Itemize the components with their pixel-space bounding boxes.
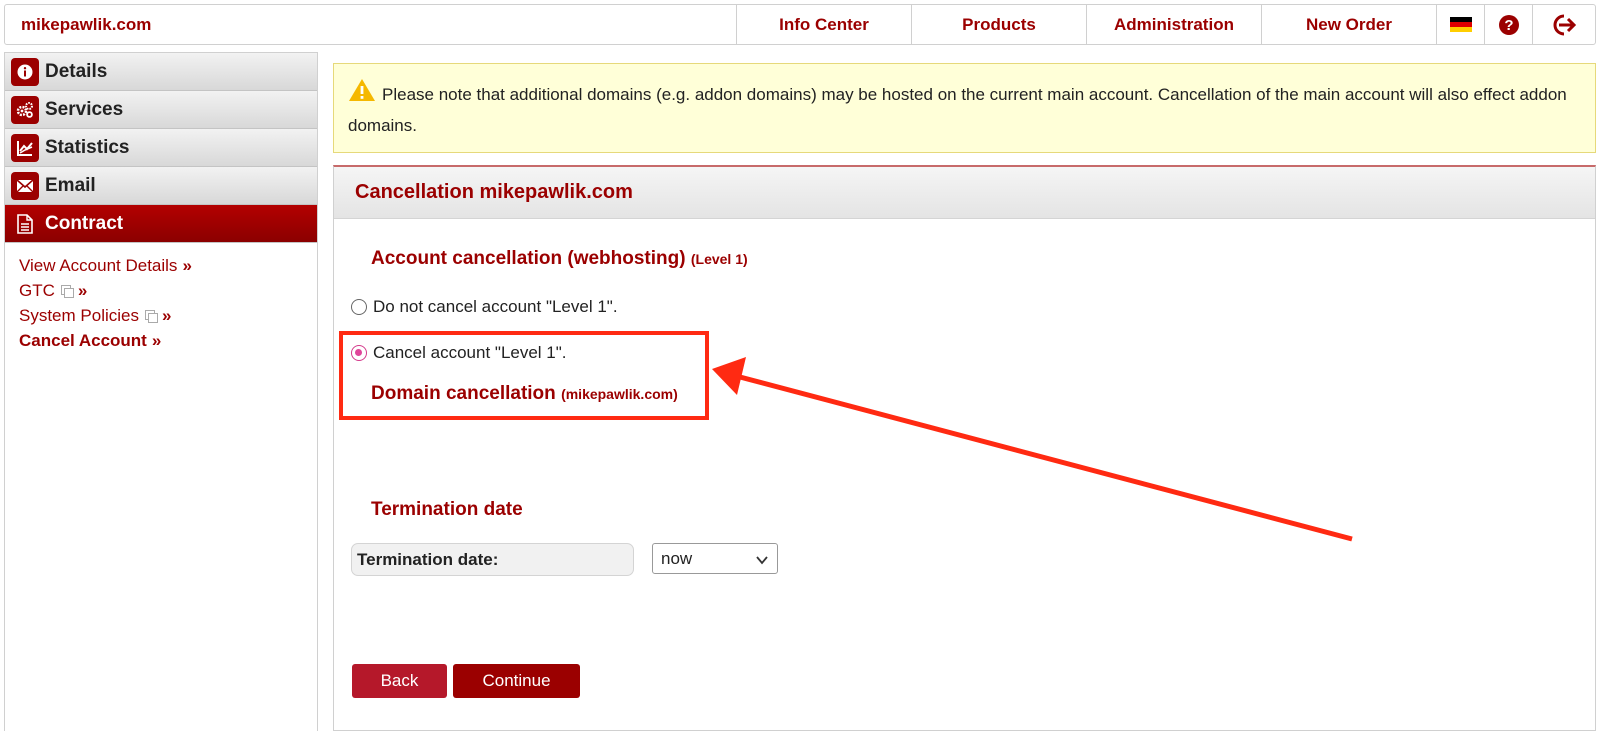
brand-link[interactable]: mikepawlik.com <box>21 15 151 35</box>
sidebar-item-details[interactable]: Details <box>5 53 317 91</box>
nav-administration[interactable]: Administration <box>1086 5 1261 44</box>
sidebar-item-email[interactable]: Email <box>5 167 317 205</box>
raquo-icon: » <box>77 281 88 300</box>
external-copy-icon <box>144 309 158 323</box>
select-value: now <box>661 548 693 568</box>
sidebar-item-label: Contract <box>45 212 124 234</box>
top-bar: mikepawlik.com Info Center Products Admi… <box>4 4 1596 45</box>
external-copy-icon <box>60 284 74 298</box>
chart-icon <box>11 133 39 162</box>
continue-button[interactable]: Continue <box>453 664 580 698</box>
info-icon <box>11 57 39 86</box>
heading-level: (Level 1) <box>690 251 748 267</box>
sidebar-item-label: Statistics <box>45 136 130 158</box>
chevron-down-icon <box>755 552 769 572</box>
nav-products[interactable]: Products <box>911 5 1086 44</box>
nav-info-center[interactable]: Info Center <box>736 5 911 44</box>
help-icon[interactable]: ? <box>1484 5 1532 44</box>
svg-text:?: ? <box>1504 17 1513 34</box>
link-view-account-details[interactable]: View Account Details » <box>19 253 317 278</box>
annotation-arrow-icon <box>712 357 1353 542</box>
sidebar-item-services[interactable]: Services <box>5 91 317 129</box>
top-nav: Info Center Products Administration New … <box>736 5 1594 44</box>
link-label: System Policies <box>19 306 139 325</box>
panel-title: Cancellation mikepawlik.com <box>334 167 1595 219</box>
envelope-icon <box>11 171 39 200</box>
termination-date-label: Termination date: <box>351 543 634 576</box>
link-label: Cancel Account <box>19 331 147 350</box>
contract-submenu: View Account Details » GTC » System Poli… <box>5 243 317 353</box>
termination-date-heading: Termination date <box>371 499 523 520</box>
notice-text: Please note that additional domains (e.g… <box>348 85 1567 135</box>
radio-do-not-cancel[interactable] <box>351 299 367 315</box>
link-cancel-account[interactable]: Cancel Account » <box>19 328 317 353</box>
raquo-icon: » <box>161 306 172 325</box>
link-label: GTC <box>19 281 55 300</box>
sidebar: Details Services Statistics Email Contra… <box>4 52 318 731</box>
termination-date-select[interactable]: now <box>652 543 778 574</box>
link-system-policies[interactable]: System Policies » <box>19 303 317 328</box>
option-label: Do not cancel account "Level 1". <box>373 297 618 316</box>
sidebar-item-label: Services <box>45 98 124 120</box>
nav-new-order[interactable]: New Order <box>1261 5 1436 44</box>
logout-icon[interactable] <box>1532 5 1594 44</box>
option-do-not-cancel[interactable]: Do not cancel account "Level 1". <box>351 297 618 317</box>
german-flag-icon[interactable] <box>1436 5 1484 44</box>
link-label: View Account Details <box>19 256 178 275</box>
warning-icon <box>348 78 376 111</box>
account-cancellation-heading: Account cancellation (webhosting) (Level… <box>371 248 748 270</box>
raquo-icon: » <box>151 331 162 350</box>
back-button[interactable]: Back <box>352 664 447 698</box>
sidebar-item-label: Details <box>45 60 108 82</box>
sidebar-item-contract[interactable]: Contract <box>5 205 317 243</box>
document-icon <box>11 210 39 238</box>
link-gtc[interactable]: GTC » <box>19 278 317 303</box>
sidebar-item-statistics[interactable]: Statistics <box>5 129 317 167</box>
heading-text: Account cancellation (webhosting) <box>371 248 686 269</box>
gears-icon <box>11 95 39 124</box>
warning-notice: Please note that additional domains (e.g… <box>333 63 1596 153</box>
annotation-highlight-box <box>339 331 709 420</box>
sidebar-item-label: Email <box>45 174 96 196</box>
raquo-icon: » <box>182 256 192 275</box>
